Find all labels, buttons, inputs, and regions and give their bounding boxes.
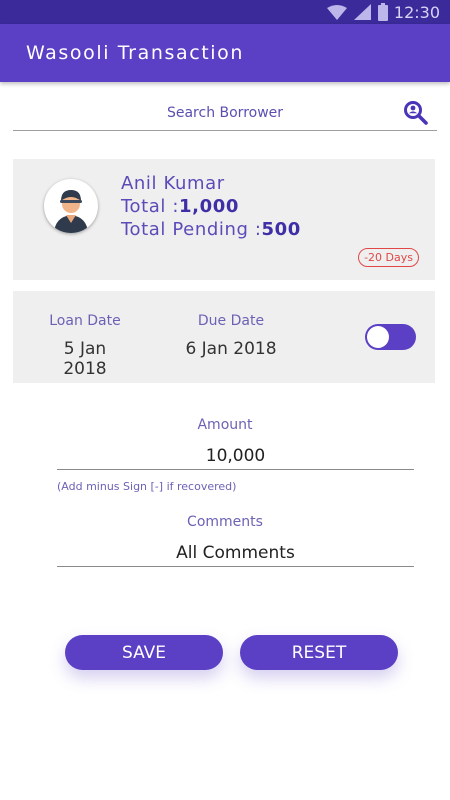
- person-icon: [54, 190, 88, 233]
- comments-label: Comments: [187, 514, 263, 530]
- reset-button[interactable]: RESET: [240, 635, 398, 670]
- search-icon[interactable]: [403, 100, 429, 126]
- amount-input[interactable]: [57, 442, 414, 470]
- amount-hint: (Add minus Sign [-] if recovered): [57, 480, 237, 493]
- avatar: [44, 179, 98, 233]
- amount-label: Amount: [197, 417, 253, 433]
- status-time: 12:30: [393, 2, 440, 22]
- borrower-name: Anil Kumar: [121, 173, 225, 194]
- toggle-knob: [367, 326, 389, 348]
- signal-icon: [353, 4, 371, 20]
- dates-card: Loan Date 5 Jan 2018 Due Date 6 Jan 2018: [13, 291, 435, 383]
- wifi-icon: [326, 4, 347, 20]
- app-bar: Wasooli Transaction: [0, 24, 450, 82]
- pending-value: 500: [261, 219, 301, 240]
- due-date-block: Due Date 6 Jan 2018: [185, 313, 277, 359]
- days-overdue-badge: -20 Days: [358, 248, 419, 267]
- save-button[interactable]: SAVE: [65, 635, 223, 670]
- total-label: Total :: [121, 196, 180, 217]
- battery-icon: [377, 3, 388, 21]
- due-date-label: Due Date: [197, 313, 265, 329]
- total-value: 1,000: [179, 196, 239, 217]
- loan-date-label: Loan Date: [49, 313, 121, 329]
- status-bar: 12:30: [0, 0, 450, 24]
- loan-date-value[interactable]: 5 Jan 2018: [40, 339, 130, 379]
- borrower-pending: Total Pending :500: [121, 218, 301, 241]
- borrower-card[interactable]: Anil Kumar Total :1,000 Total Pending :5…: [13, 159, 435, 280]
- borrower-info: Anil Kumar Total :1,000 Total Pending :5…: [121, 172, 301, 241]
- comments-input[interactable]: [57, 539, 414, 567]
- status-icons: [326, 3, 388, 21]
- pending-label: Total Pending :: [121, 219, 262, 240]
- search-bar: [13, 96, 437, 131]
- due-date-value[interactable]: 6 Jan 2018: [185, 339, 277, 359]
- date-toggle[interactable]: [365, 324, 416, 350]
- loan-date-block: Loan Date 5 Jan 2018: [40, 313, 130, 379]
- search-input[interactable]: [13, 105, 437, 121]
- borrower-total: Total :1,000: [121, 195, 301, 218]
- app-title: Wasooli Transaction: [26, 42, 245, 64]
